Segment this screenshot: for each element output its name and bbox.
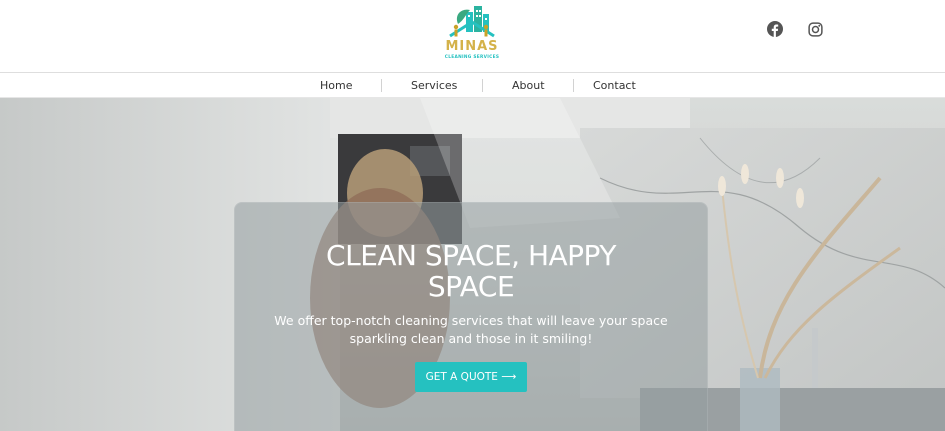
site-header: MINAS CLEANING SERVICES: [0, 0, 945, 72]
hero-subtitle-line1: We offer top-notch cleaning services tha…: [274, 313, 668, 328]
get-quote-button[interactable]: GET A QUOTE ⟶: [415, 362, 527, 392]
nav-services[interactable]: Services: [411, 73, 457, 98]
hero-subtitle-line2: sparkling clean and those in it smiling!: [349, 331, 593, 346]
nav-home[interactable]: Home: [320, 73, 352, 98]
hero-title-line2: SPACE: [427, 270, 515, 303]
main-nav: Home Services About Contact: [0, 72, 945, 98]
brand-name: MINAS: [445, 39, 498, 54]
hero-section: CLEAN SPACE, HAPPY SPACE We offer top-no…: [0, 98, 945, 431]
nav-divider: [573, 79, 574, 92]
hero-title: CLEAN SPACE, HAPPY SPACE: [234, 240, 708, 302]
hero-title-line1: CLEAN SPACE, HAPPY: [326, 239, 616, 272]
facebook-icon[interactable]: [764, 18, 786, 40]
instagram-icon[interactable]: [804, 18, 826, 40]
nav-contact[interactable]: Contact: [593, 73, 636, 98]
hero-card: CLEAN SPACE, HAPPY SPACE We offer top-no…: [234, 202, 708, 431]
nav-divider: [482, 79, 483, 92]
brand-logo[interactable]: MINAS CLEANING SERVICES: [436, 2, 508, 62]
nav-divider: [381, 79, 382, 92]
brand-tagline: CLEANING SERVICES: [445, 54, 500, 60]
nav-about[interactable]: About: [512, 73, 545, 98]
hero-subtitle: We offer top-notch cleaning services tha…: [264, 312, 678, 348]
